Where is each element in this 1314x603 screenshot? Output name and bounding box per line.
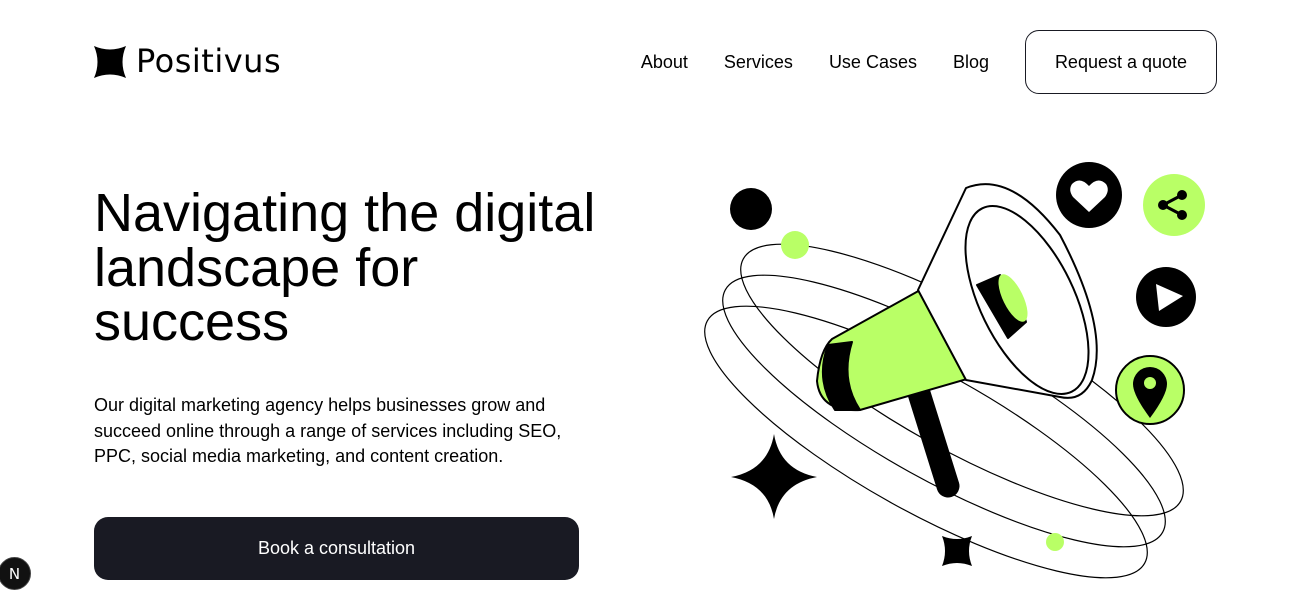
hero-description: Our digital marketing agency helps busin… xyxy=(94,395,562,466)
dev-indicator-badge[interactable]: N xyxy=(0,557,31,590)
play-icon xyxy=(1136,267,1196,327)
heart-icon xyxy=(1056,162,1122,228)
book-consultation-button[interactable]: Book a consultation xyxy=(94,517,579,580)
hero-headline: Navigating the digital landscape for suc… xyxy=(94,183,596,352)
request-quote-button[interactable]: Request a quote xyxy=(1025,30,1217,94)
nav-services[interactable]: Services xyxy=(724,51,793,73)
location-pin-icon xyxy=(1115,355,1185,425)
megaphone-handle xyxy=(906,378,960,498)
logo[interactable]: Positivus xyxy=(94,45,281,78)
green-dot xyxy=(781,231,809,259)
green-dot-small xyxy=(1046,533,1064,551)
nav-use-cases[interactable]: Use Cases xyxy=(829,51,917,73)
share-icon xyxy=(1143,174,1205,236)
logo-text: Positivus xyxy=(136,42,282,80)
nav-about[interactable]: About xyxy=(641,51,688,73)
star-icon xyxy=(942,536,972,566)
main-nav: About Services Use Cases Blog Request a … xyxy=(641,30,1217,94)
black-dot xyxy=(730,188,772,230)
nav-blog[interactable]: Blog xyxy=(953,51,989,73)
hero-illustration xyxy=(704,162,1205,579)
positivus-star-icon xyxy=(94,45,126,78)
